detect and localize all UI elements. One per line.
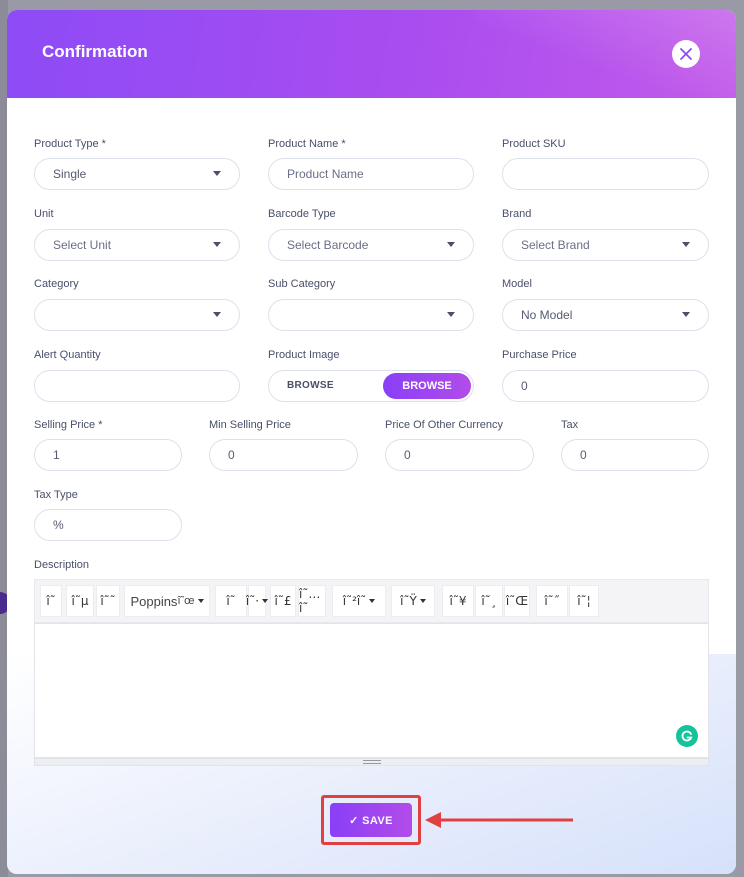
description-editor[interactable] xyxy=(34,623,709,758)
min-selling-price-value: 0 xyxy=(228,448,235,462)
toolbar-button-13[interactable]: î˜Œ xyxy=(504,585,530,617)
chevron-down-icon xyxy=(213,242,221,247)
modal-title: Confirmation xyxy=(42,42,148,61)
tax-value: 0 xyxy=(580,448,587,462)
price-other-currency-value: 0 xyxy=(404,448,411,462)
product-type-value: Single xyxy=(53,167,87,181)
toolbar-button-2[interactable]: î˜µ xyxy=(66,585,94,617)
alert-quantity-label: Alert Quantity xyxy=(34,349,101,361)
unit-value: Select Unit xyxy=(53,238,112,252)
chevron-down-icon xyxy=(419,599,426,603)
unit-label: Unit xyxy=(34,208,54,220)
chevron-down-icon xyxy=(213,171,221,176)
chevron-down-icon xyxy=(197,599,204,603)
toolbar-button-11[interactable]: î˜¥ xyxy=(442,585,474,617)
tax-type-label: Tax Type xyxy=(34,489,78,501)
browse-button[interactable]: BROWSE xyxy=(383,373,471,399)
product-type-label: Product Type * xyxy=(34,138,106,150)
min-selling-price-label: Min Selling Price xyxy=(209,419,291,431)
barcode-type-label: Barcode Type xyxy=(268,208,336,220)
product-image-file-input[interactable]: BROWSE BROWSE xyxy=(268,370,474,402)
alert-quantity-input[interactable] xyxy=(34,370,240,402)
product-sku-label: Product SKU xyxy=(502,138,566,150)
product-name-placeholder: Product Name xyxy=(287,167,364,181)
toolbar-button-7[interactable]: î˜£ xyxy=(270,585,296,617)
resize-grip-icon xyxy=(363,760,381,764)
file-name-display: BROWSE xyxy=(287,380,334,391)
model-select[interactable]: No Model xyxy=(502,299,709,331)
tax-type-value: % xyxy=(53,518,64,532)
min-selling-price-input[interactable]: 0 xyxy=(209,439,358,471)
chevron-down-icon xyxy=(262,599,269,603)
model-value: No Model xyxy=(521,308,573,322)
toolbar-button-9-label: î˜²î˜ xyxy=(342,594,367,608)
category-select[interactable] xyxy=(34,299,240,331)
purchase-price-input[interactable]: 0 xyxy=(502,370,709,402)
font-family-dropdown[interactable]: Poppins î˜œ xyxy=(124,585,210,617)
selling-price-value: 1 xyxy=(53,448,60,462)
toolbar-button-12[interactable]: î˜¸ xyxy=(475,585,503,617)
category-label: Category xyxy=(34,278,79,290)
tax-label: Tax xyxy=(561,419,579,431)
chevron-down-icon xyxy=(447,312,455,317)
toolbar-button-1[interactable]: î˜ xyxy=(40,585,62,617)
save-button[interactable]: ✓ SAVE xyxy=(330,803,412,837)
tax-input[interactable]: 0 xyxy=(561,439,709,471)
barcode-type-value: Select Barcode xyxy=(287,238,369,252)
tax-type-input[interactable]: % xyxy=(34,509,182,541)
editor-resize-handle[interactable] xyxy=(34,758,709,766)
grammarly-g-icon xyxy=(681,730,693,742)
font-family-extra: î˜œ xyxy=(177,595,195,607)
toolbar-button-8[interactable]: î˜…î˜ xyxy=(298,585,326,617)
toolbar-button-6-label: î˜· xyxy=(245,594,260,608)
purchase-price-label: Purchase Price xyxy=(502,349,577,361)
grammarly-icon[interactable] xyxy=(676,725,698,747)
product-sku-input[interactable] xyxy=(502,158,709,190)
price-other-currency-input[interactable]: 0 xyxy=(385,439,534,471)
brand-value: Select Brand xyxy=(521,238,590,252)
chevron-down-icon xyxy=(682,312,690,317)
sub-category-select[interactable] xyxy=(268,299,474,331)
sub-category-label: Sub Category xyxy=(268,278,336,290)
brand-label: Brand xyxy=(502,208,532,220)
purchase-price-value: 0 xyxy=(521,379,528,393)
toolbar-button-3[interactable]: î˜˜ xyxy=(96,585,120,617)
chevron-down-icon xyxy=(369,599,376,603)
pointer-arrow-icon xyxy=(425,812,573,828)
toolbar-button-10-label: î˜Ÿ xyxy=(400,594,417,608)
product-image-label: Product Image xyxy=(268,349,340,361)
unit-select[interactable]: Select Unit xyxy=(34,229,240,261)
confirmation-modal: Confirmation Product Type * Single Produ… xyxy=(7,10,736,874)
close-button[interactable] xyxy=(672,40,700,68)
toolbar-button-10[interactable]: î˜Ÿ xyxy=(391,585,435,617)
close-icon xyxy=(680,48,692,60)
toolbar-button-15[interactable]: î˜¦ xyxy=(569,585,599,617)
brand-select[interactable]: Select Brand xyxy=(502,229,709,261)
chevron-down-icon xyxy=(213,312,221,317)
toolbar-button-9[interactable]: î˜²î˜ xyxy=(332,585,386,617)
editor-toolbar: î˜ î˜µ î˜˜ Poppins î˜œ î˜ î˜· î˜£ î˜…î˜ … xyxy=(34,579,709,623)
product-name-label: Product Name * xyxy=(268,138,346,150)
barcode-type-select[interactable]: Select Barcode xyxy=(268,229,474,261)
modal-header: Confirmation xyxy=(7,10,736,98)
selling-price-input[interactable]: 1 xyxy=(34,439,182,471)
chevron-down-icon xyxy=(682,242,690,247)
price-other-currency-label: Price Of Other Currency xyxy=(385,419,503,431)
toolbar-button-14[interactable]: î˜˝ xyxy=(536,585,568,617)
font-family-value: Poppins xyxy=(130,593,178,609)
selling-price-label: Selling Price * xyxy=(34,419,103,431)
description-label: Description xyxy=(34,559,90,571)
toolbar-button-6[interactable]: î˜· xyxy=(245,585,269,617)
product-type-select[interactable]: Single xyxy=(34,158,240,190)
toolbar-button-5[interactable]: î˜ xyxy=(215,585,247,617)
model-label: Model xyxy=(502,278,532,290)
product-name-input[interactable]: Product Name xyxy=(268,158,474,190)
chevron-down-icon xyxy=(447,242,455,247)
